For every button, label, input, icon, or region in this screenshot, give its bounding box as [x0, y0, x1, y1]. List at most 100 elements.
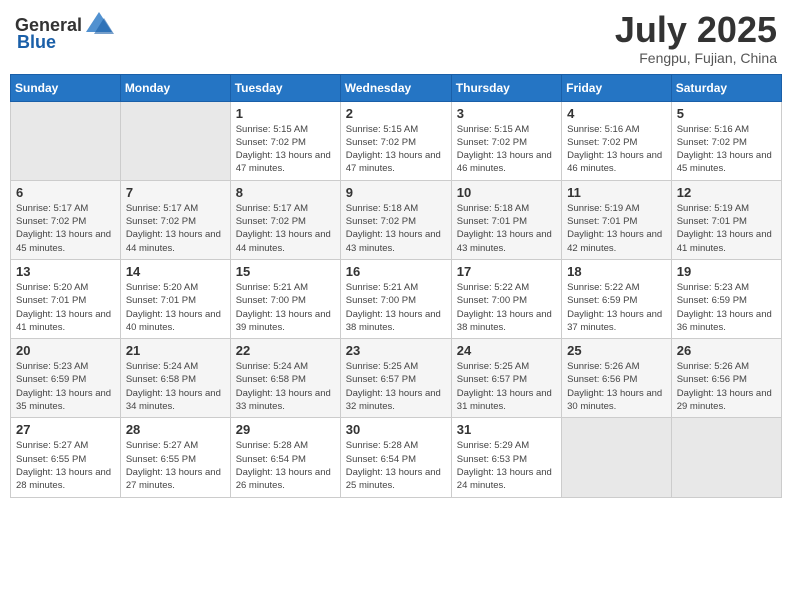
day-info: Sunrise: 5:18 AM Sunset: 7:02 PM Dayligh… — [346, 202, 446, 255]
day-info: Sunrise: 5:15 AM Sunset: 7:02 PM Dayligh… — [457, 123, 556, 176]
calendar-cell — [562, 418, 672, 497]
day-info: Sunrise: 5:17 AM Sunset: 7:02 PM Dayligh… — [126, 202, 225, 255]
day-number: 14 — [126, 264, 225, 279]
day-info: Sunrise: 5:21 AM Sunset: 7:00 PM Dayligh… — [236, 281, 335, 334]
day-info: Sunrise: 5:16 AM Sunset: 7:02 PM Dayligh… — [567, 123, 666, 176]
calendar-cell: 15 Sunrise: 5:21 AM Sunset: 7:00 PM Dayli… — [230, 259, 340, 338]
calendar-cell: 3Sunrise: 5:15 AM Sunset: 7:02 PM Daylig… — [451, 101, 561, 180]
calendar: SundayMondayTuesdayWednesdayThursdayFrid… — [10, 74, 782, 498]
day-number: 13 — [16, 264, 115, 279]
calendar-week-2: 6Sunrise: 5:17 AM Sunset: 7:02 PM Daylig… — [11, 180, 782, 259]
day-number: 30 — [346, 422, 446, 437]
weekday-header-wednesday: Wednesday — [340, 74, 451, 101]
day-number: 4 — [567, 106, 666, 121]
calendar-week-1: 1 Sunrise: 5:15 AM Sunset: 7:02 PM Daylig… — [11, 101, 782, 180]
day-info: Sunrise: 5:17 AM Sunset: 7:02 PM Dayligh… — [16, 202, 115, 255]
calendar-cell: 23 Sunrise: 5:25 AM Sunset: 6:57 PM Dayli… — [340, 339, 451, 418]
calendar-cell: 22 Sunrise: 5:24 AM Sunset: 6:58 PM Dayli… — [230, 339, 340, 418]
day-number: 23 — [346, 343, 446, 358]
day-number: 10 — [457, 185, 556, 200]
calendar-cell: 17 Sunrise: 5:22 AM Sunset: 7:00 PM Dayli… — [451, 259, 561, 338]
calendar-cell: 16 Sunrise: 5:21 AM Sunset: 7:00 PM Dayli… — [340, 259, 451, 338]
weekday-header-friday: Friday — [562, 74, 672, 101]
day-info: Sunrise: 5:23 AM Sunset: 6:59 PM Dayligh… — [16, 360, 115, 413]
calendar-cell: 29Sunrise: 5:28 AM Sunset: 6:54 PM Dayli… — [230, 418, 340, 497]
calendar-cell — [671, 418, 781, 497]
weekday-header-row: SundayMondayTuesdayWednesdayThursdayFrid… — [11, 74, 782, 101]
day-info: Sunrise: 5:28 AM Sunset: 6:54 PM Dayligh… — [346, 439, 446, 492]
day-info: Sunrise: 5:27 AM Sunset: 6:55 PM Dayligh… — [126, 439, 225, 492]
day-number: 8 — [236, 185, 335, 200]
calendar-week-3: 13 Sunrise: 5:20 AM Sunset: 7:01 PM Dayli… — [11, 259, 782, 338]
day-number: 7 — [126, 185, 225, 200]
location: Fengpu, Fujian, China — [615, 50, 777, 66]
calendar-cell: 26 Sunrise: 5:26 AM Sunset: 6:56 PM Dayli… — [671, 339, 781, 418]
day-info: Sunrise: 5:19 AM Sunset: 7:01 PM Dayligh… — [567, 202, 666, 255]
calendar-cell: 25Sunrise: 5:26 AM Sunset: 6:56 PM Dayli… — [562, 339, 672, 418]
calendar-cell: 7 Sunrise: 5:17 AM Sunset: 7:02 PM Daylig… — [120, 180, 230, 259]
day-info: Sunrise: 5:18 AM Sunset: 7:01 PM Dayligh… — [457, 202, 556, 255]
day-number: 20 — [16, 343, 115, 358]
day-info: Sunrise: 5:25 AM Sunset: 6:57 PM Dayligh… — [346, 360, 446, 413]
day-info: Sunrise: 5:22 AM Sunset: 6:59 PM Dayligh… — [567, 281, 666, 334]
day-number: 22 — [236, 343, 335, 358]
day-number: 11 — [567, 185, 666, 200]
day-number: 19 — [677, 264, 776, 279]
calendar-cell: 30 Sunrise: 5:28 AM Sunset: 6:54 PM Dayli… — [340, 418, 451, 497]
day-number: 21 — [126, 343, 225, 358]
weekday-header-tuesday: Tuesday — [230, 74, 340, 101]
calendar-cell: 4 Sunrise: 5:16 AM Sunset: 7:02 PM Daylig… — [562, 101, 672, 180]
calendar-body: 1 Sunrise: 5:15 AM Sunset: 7:02 PM Daylig… — [11, 101, 782, 497]
day-number: 16 — [346, 264, 446, 279]
calendar-cell: 31Sunrise: 5:29 AM Sunset: 6:53 PM Dayli… — [451, 418, 561, 497]
weekday-header-saturday: Saturday — [671, 74, 781, 101]
calendar-cell: 14Sunrise: 5:20 AM Sunset: 7:01 PM Dayli… — [120, 259, 230, 338]
calendar-cell: 5Sunrise: 5:16 AM Sunset: 7:02 PM Daylig… — [671, 101, 781, 180]
calendar-cell: 19Sunrise: 5:23 AM Sunset: 6:59 PM Dayli… — [671, 259, 781, 338]
calendar-week-4: 20 Sunrise: 5:23 AM Sunset: 6:59 PM Dayli… — [11, 339, 782, 418]
day-number: 25 — [567, 343, 666, 358]
logo-icon — [84, 10, 114, 40]
day-number: 1 — [236, 106, 335, 121]
day-number: 27 — [16, 422, 115, 437]
calendar-cell: 2Sunrise: 5:15 AM Sunset: 7:02 PM Daylig… — [340, 101, 451, 180]
logo: General Blue — [15, 10, 114, 53]
day-info: Sunrise: 5:17 AM Sunset: 7:02 PM Dayligh… — [236, 202, 335, 255]
calendar-cell: 1 Sunrise: 5:15 AM Sunset: 7:02 PM Daylig… — [230, 101, 340, 180]
calendar-cell — [120, 101, 230, 180]
calendar-cell: 6Sunrise: 5:17 AM Sunset: 7:02 PM Daylig… — [11, 180, 121, 259]
page-header: General Blue July 2025 Fengpu, Fujian, C… — [10, 10, 782, 66]
day-info: Sunrise: 5:24 AM Sunset: 6:58 PM Dayligh… — [236, 360, 335, 413]
calendar-cell: 18Sunrise: 5:22 AM Sunset: 6:59 PM Dayli… — [562, 259, 672, 338]
day-number: 24 — [457, 343, 556, 358]
calendar-cell: 12 Sunrise: 5:19 AM Sunset: 7:01 PM Dayli… — [671, 180, 781, 259]
calendar-week-5: 27 Sunrise: 5:27 AM Sunset: 6:55 PM Dayli… — [11, 418, 782, 497]
day-number: 28 — [126, 422, 225, 437]
day-number: 5 — [677, 106, 776, 121]
day-info: Sunrise: 5:29 AM Sunset: 6:53 PM Dayligh… — [457, 439, 556, 492]
logo-text-blue: Blue — [17, 32, 56, 53]
calendar-cell: 24 Sunrise: 5:25 AM Sunset: 6:57 PM Dayli… — [451, 339, 561, 418]
calendar-cell: 20 Sunrise: 5:23 AM Sunset: 6:59 PM Dayli… — [11, 339, 121, 418]
day-info: Sunrise: 5:20 AM Sunset: 7:01 PM Dayligh… — [16, 281, 115, 334]
weekday-header-thursday: Thursday — [451, 74, 561, 101]
calendar-cell: 21 Sunrise: 5:24 AM Sunset: 6:58 PM Dayli… — [120, 339, 230, 418]
day-info: Sunrise: 5:22 AM Sunset: 7:00 PM Dayligh… — [457, 281, 556, 334]
day-number: 9 — [346, 185, 446, 200]
calendar-cell — [11, 101, 121, 180]
day-number: 12 — [677, 185, 776, 200]
day-number: 26 — [677, 343, 776, 358]
day-info: Sunrise: 5:25 AM Sunset: 6:57 PM Dayligh… — [457, 360, 556, 413]
day-number: 17 — [457, 264, 556, 279]
day-info: Sunrise: 5:15 AM Sunset: 7:02 PM Dayligh… — [236, 123, 335, 176]
weekday-header-monday: Monday — [120, 74, 230, 101]
month-title: July 2025 — [615, 10, 777, 50]
day-info: Sunrise: 5:24 AM Sunset: 6:58 PM Dayligh… — [126, 360, 225, 413]
day-info: Sunrise: 5:21 AM Sunset: 7:00 PM Dayligh… — [346, 281, 446, 334]
day-number: 15 — [236, 264, 335, 279]
day-info: Sunrise: 5:26 AM Sunset: 6:56 PM Dayligh… — [677, 360, 776, 413]
calendar-cell: 11 Sunrise: 5:19 AM Sunset: 7:01 PM Dayli… — [562, 180, 672, 259]
day-info: Sunrise: 5:28 AM Sunset: 6:54 PM Dayligh… — [236, 439, 335, 492]
day-info: Sunrise: 5:19 AM Sunset: 7:01 PM Dayligh… — [677, 202, 776, 255]
title-area: July 2025 Fengpu, Fujian, China — [615, 10, 777, 66]
